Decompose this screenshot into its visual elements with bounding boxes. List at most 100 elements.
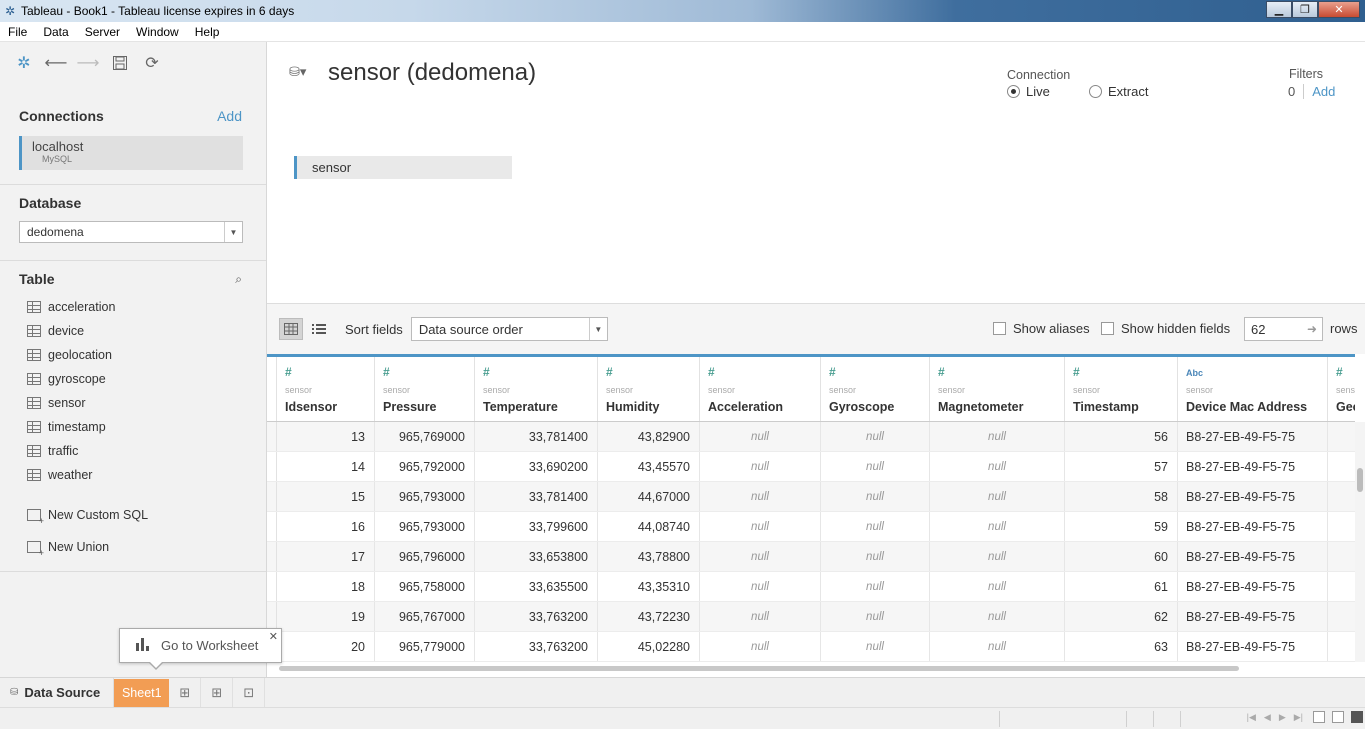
menu-data[interactable]: Data bbox=[35, 25, 76, 39]
sheet-sorter-icon[interactable] bbox=[1313, 711, 1325, 723]
number-type-icon[interactable]: # bbox=[1336, 365, 1343, 379]
tableau-logo-icon[interactable]: ✲ bbox=[14, 53, 34, 73]
column-header[interactable]: # sensor Pressure bbox=[375, 357, 475, 421]
table-cell: 43,78800 bbox=[598, 542, 700, 571]
number-type-icon[interactable]: # bbox=[829, 365, 836, 379]
table-item-gyroscope[interactable]: gyroscope bbox=[0, 367, 266, 391]
number-type-icon[interactable]: # bbox=[1073, 365, 1080, 379]
close-button[interactable]: ✕ bbox=[1318, 1, 1360, 18]
column-header[interactable]: # sensor Gyroscope bbox=[821, 357, 930, 421]
canvas-table-sensor[interactable]: sensor bbox=[294, 156, 512, 179]
connection-localhost[interactable]: localhost MySQL bbox=[19, 136, 243, 170]
column-header[interactable]: # sensor Idsensor bbox=[277, 357, 375, 421]
new-custom-sql[interactable]: New Custom SQL bbox=[0, 503, 266, 527]
column-name[interactable]: Acceleration bbox=[708, 400, 783, 414]
add-connection-link[interactable]: Add bbox=[217, 108, 242, 124]
go-to-worksheet-tooltip[interactable]: Go to Worksheet ✕ bbox=[119, 628, 282, 670]
filmstrip-icon[interactable] bbox=[1332, 711, 1344, 723]
table-cell: null bbox=[930, 482, 1065, 511]
close-icon[interactable]: ✕ bbox=[269, 630, 278, 643]
maximize-button[interactable]: ❐ bbox=[1292, 1, 1318, 18]
column-header[interactable]: # sensor Humidity bbox=[598, 357, 700, 421]
number-type-icon[interactable]: # bbox=[285, 365, 292, 379]
database-select[interactable]: dedomena ▼ bbox=[19, 221, 243, 243]
table-item-traffic[interactable]: traffic bbox=[0, 439, 266, 463]
string-type-icon[interactable]: Abc bbox=[1186, 368, 1203, 378]
extract-radio[interactable]: Extract bbox=[1089, 84, 1148, 99]
table-cell: 33,781400 bbox=[475, 422, 598, 451]
number-type-icon[interactable]: # bbox=[483, 365, 490, 379]
status-divider bbox=[1180, 711, 1181, 727]
table-cell: 17 bbox=[277, 542, 375, 571]
minimize-button[interactable]: ▁ bbox=[1266, 1, 1292, 18]
live-radio[interactable]: Live bbox=[1007, 84, 1050, 99]
last-sheet-icon[interactable]: ▶| bbox=[1294, 712, 1303, 723]
rows-input[interactable]: 62 ➜ bbox=[1244, 317, 1323, 341]
new-worksheet-button[interactable]: ⊞ bbox=[169, 677, 202, 708]
table-cell: null bbox=[700, 512, 821, 541]
arrow-right-icon[interactable]: ➜ bbox=[1307, 322, 1317, 336]
list-view-button[interactable] bbox=[307, 318, 331, 340]
table-cell: 965,796000 bbox=[375, 542, 475, 571]
column-header[interactable]: # sensor Magnetometer bbox=[930, 357, 1065, 421]
table-item-device[interactable]: device bbox=[0, 319, 266, 343]
previous-sheet-icon[interactable]: ◀ bbox=[1264, 712, 1271, 723]
table-cell bbox=[1328, 512, 1355, 541]
table-item-sensor[interactable]: sensor bbox=[0, 391, 266, 415]
scrollbar-thumb[interactable] bbox=[279, 666, 1239, 671]
column-name[interactable]: Geol bbox=[1336, 400, 1355, 414]
menu-window[interactable]: Window bbox=[128, 25, 187, 39]
column-name[interactable]: Temperature bbox=[483, 400, 558, 414]
sheet-tab[interactable]: Sheet1 bbox=[114, 678, 170, 707]
tabs-view-icon[interactable] bbox=[1351, 711, 1363, 723]
column-name[interactable]: Pressure bbox=[383, 400, 437, 414]
menu-server[interactable]: Server bbox=[77, 25, 128, 39]
show-hidden-fields-checkbox[interactable]: Show hidden fields bbox=[1101, 321, 1230, 336]
row-header-spacer bbox=[267, 357, 277, 421]
table-item-timestamp[interactable]: timestamp bbox=[0, 415, 266, 439]
add-filter-link[interactable]: Add bbox=[1304, 84, 1335, 99]
redo-icon[interactable]: ⟶ bbox=[77, 53, 100, 73]
scrollbar-thumb[interactable] bbox=[1357, 468, 1363, 492]
column-header[interactable]: # sensor Acceleration bbox=[700, 357, 821, 421]
number-type-icon[interactable]: # bbox=[606, 365, 613, 379]
new-dashboard-button[interactable]: ⊞ bbox=[201, 677, 234, 708]
datasource-cylinder-icon[interactable]: ⛁▾ bbox=[289, 64, 306, 80]
table-item-weather[interactable]: weather bbox=[0, 463, 266, 487]
number-type-icon[interactable]: # bbox=[938, 365, 945, 379]
number-type-icon[interactable]: # bbox=[708, 365, 715, 379]
column-name[interactable]: Idsensor bbox=[285, 400, 337, 414]
rows-value: 62 bbox=[1251, 322, 1266, 337]
grid-view-button[interactable] bbox=[279, 318, 303, 340]
data-source-tab[interactable]: ⛁ Data Source bbox=[0, 677, 115, 708]
menu-help[interactable]: Help bbox=[187, 25, 228, 39]
column-header[interactable]: Abc sensor Device Mac Address bbox=[1178, 357, 1328, 421]
column-name[interactable]: Timestamp bbox=[1073, 400, 1139, 414]
undo-icon[interactable]: ⟵ bbox=[45, 53, 68, 73]
datasource-title[interactable]: sensor (dedomena) bbox=[328, 59, 536, 87]
column-name[interactable]: Humidity bbox=[606, 400, 659, 414]
search-icon[interactable]: ⌕ bbox=[235, 272, 242, 287]
show-aliases-checkbox[interactable]: Show aliases bbox=[993, 321, 1090, 336]
refresh-icon[interactable]: ⟳ bbox=[142, 53, 162, 73]
number-type-icon[interactable]: # bbox=[383, 365, 390, 379]
new-story-button[interactable]: ⊡ bbox=[233, 677, 266, 708]
column-header[interactable]: # sensor Temperature bbox=[475, 357, 598, 421]
column-header[interactable]: # sensor Timestamp bbox=[1065, 357, 1178, 421]
next-sheet-icon[interactable]: ▶ bbox=[1279, 712, 1286, 723]
table-item-label: sensor bbox=[48, 396, 86, 410]
menu-file[interactable]: File bbox=[0, 25, 35, 39]
sort-fields-select[interactable]: Data source order ▼ bbox=[410, 317, 608, 341]
column-header[interactable]: # sensor Geol bbox=[1328, 357, 1355, 421]
save-icon[interactable] bbox=[110, 53, 130, 73]
column-name[interactable]: Device Mac Address bbox=[1186, 400, 1307, 414]
first-sheet-icon[interactable]: |◀ bbox=[1247, 712, 1256, 723]
vertical-scrollbar[interactable] bbox=[1355, 422, 1365, 662]
table-cell: null bbox=[821, 542, 930, 571]
table-item-geolocation[interactable]: geolocation bbox=[0, 343, 266, 367]
new-union[interactable]: New Union bbox=[0, 535, 266, 559]
column-name[interactable]: Gyroscope bbox=[829, 400, 894, 414]
table-item-acceleration[interactable]: acceleration bbox=[0, 295, 266, 319]
horizontal-scrollbar[interactable] bbox=[267, 662, 1365, 677]
column-name[interactable]: Magnetometer bbox=[938, 400, 1023, 414]
